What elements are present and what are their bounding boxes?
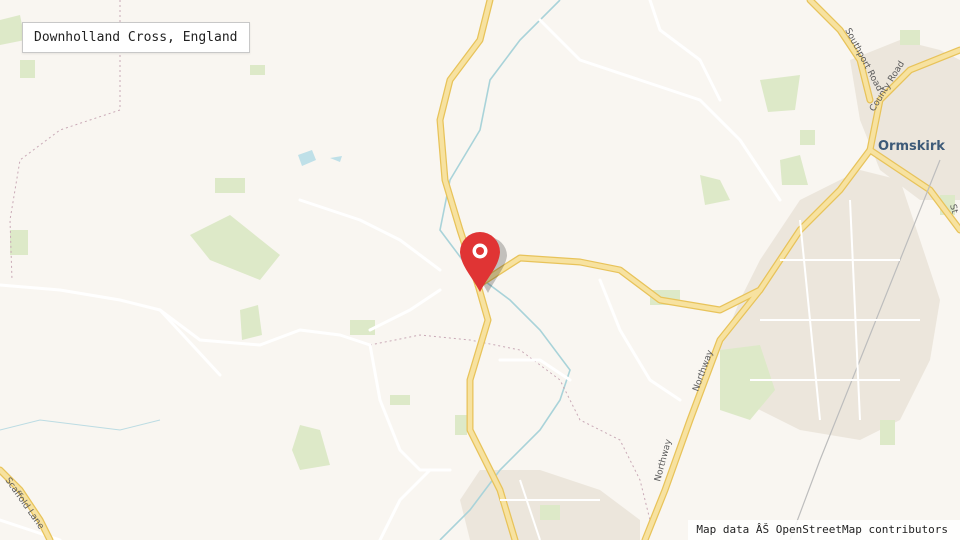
location-label: Downholland Cross, England bbox=[22, 22, 250, 53]
map-canvas[interactable]: Ormskirk Southport Road County Road Nort… bbox=[0, 0, 960, 540]
town-label-ormskirk: Ormskirk bbox=[878, 139, 945, 154]
map-attribution[interactable]: Map data ÂŠ OpenStreetMap contributors bbox=[688, 520, 960, 540]
